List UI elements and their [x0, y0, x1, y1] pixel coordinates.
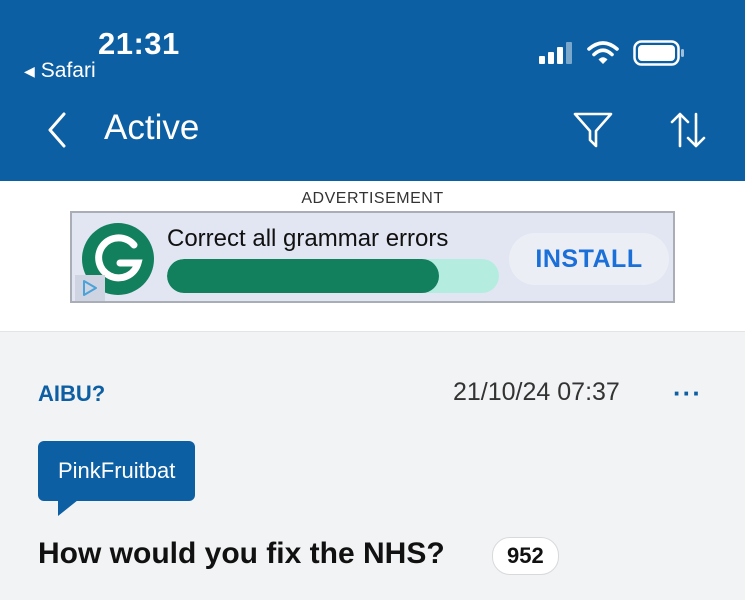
signal-icon [539, 42, 572, 64]
chevron-left-icon[interactable] [40, 108, 76, 152]
status-icons [539, 40, 685, 66]
ad-progress-fill [167, 259, 440, 293]
author-name: PinkFruitbat [58, 458, 176, 483]
status-time: 21:31 [98, 26, 180, 61]
ad-text: Correct all grammar errors [167, 225, 449, 252]
more-options-icon[interactable]: ··· [673, 378, 702, 409]
install-button[interactable]: INSTALL [509, 233, 669, 285]
author-badge[interactable]: PinkFruitbat [38, 441, 196, 501]
page-title: Active [104, 108, 200, 147]
thread-title[interactable]: How would you fix the NHS? [38, 537, 445, 571]
back-app-label: Safari [40, 59, 96, 82]
back-to-safari[interactable]: ◀ Safari [24, 59, 96, 83]
sort-icon[interactable] [668, 110, 708, 150]
reply-count-badge: 952 [492, 537, 559, 575]
ad-label: ADVERTISEMENT [301, 190, 444, 207]
wifi-icon [587, 41, 619, 64]
battery-icon [633, 40, 684, 66]
ad-progress-bar [167, 259, 499, 293]
ad-container: ADVERTISEMENT Correct all grammar errors… [0, 181, 745, 332]
topic-link[interactable]: AIBU? [38, 381, 105, 407]
author-badge-tail [58, 500, 78, 516]
filter-icon[interactable] [572, 110, 614, 150]
post-date: 21/10/24 07:37 [453, 378, 620, 406]
ad-banner[interactable]: Correct all grammar errors INSTALL [70, 211, 675, 303]
back-triangle-icon: ◀ [24, 62, 35, 79]
adchoices-icon[interactable] [75, 275, 105, 301]
app-header: 21:31 ◀ Safari Active [0, 0, 745, 181]
